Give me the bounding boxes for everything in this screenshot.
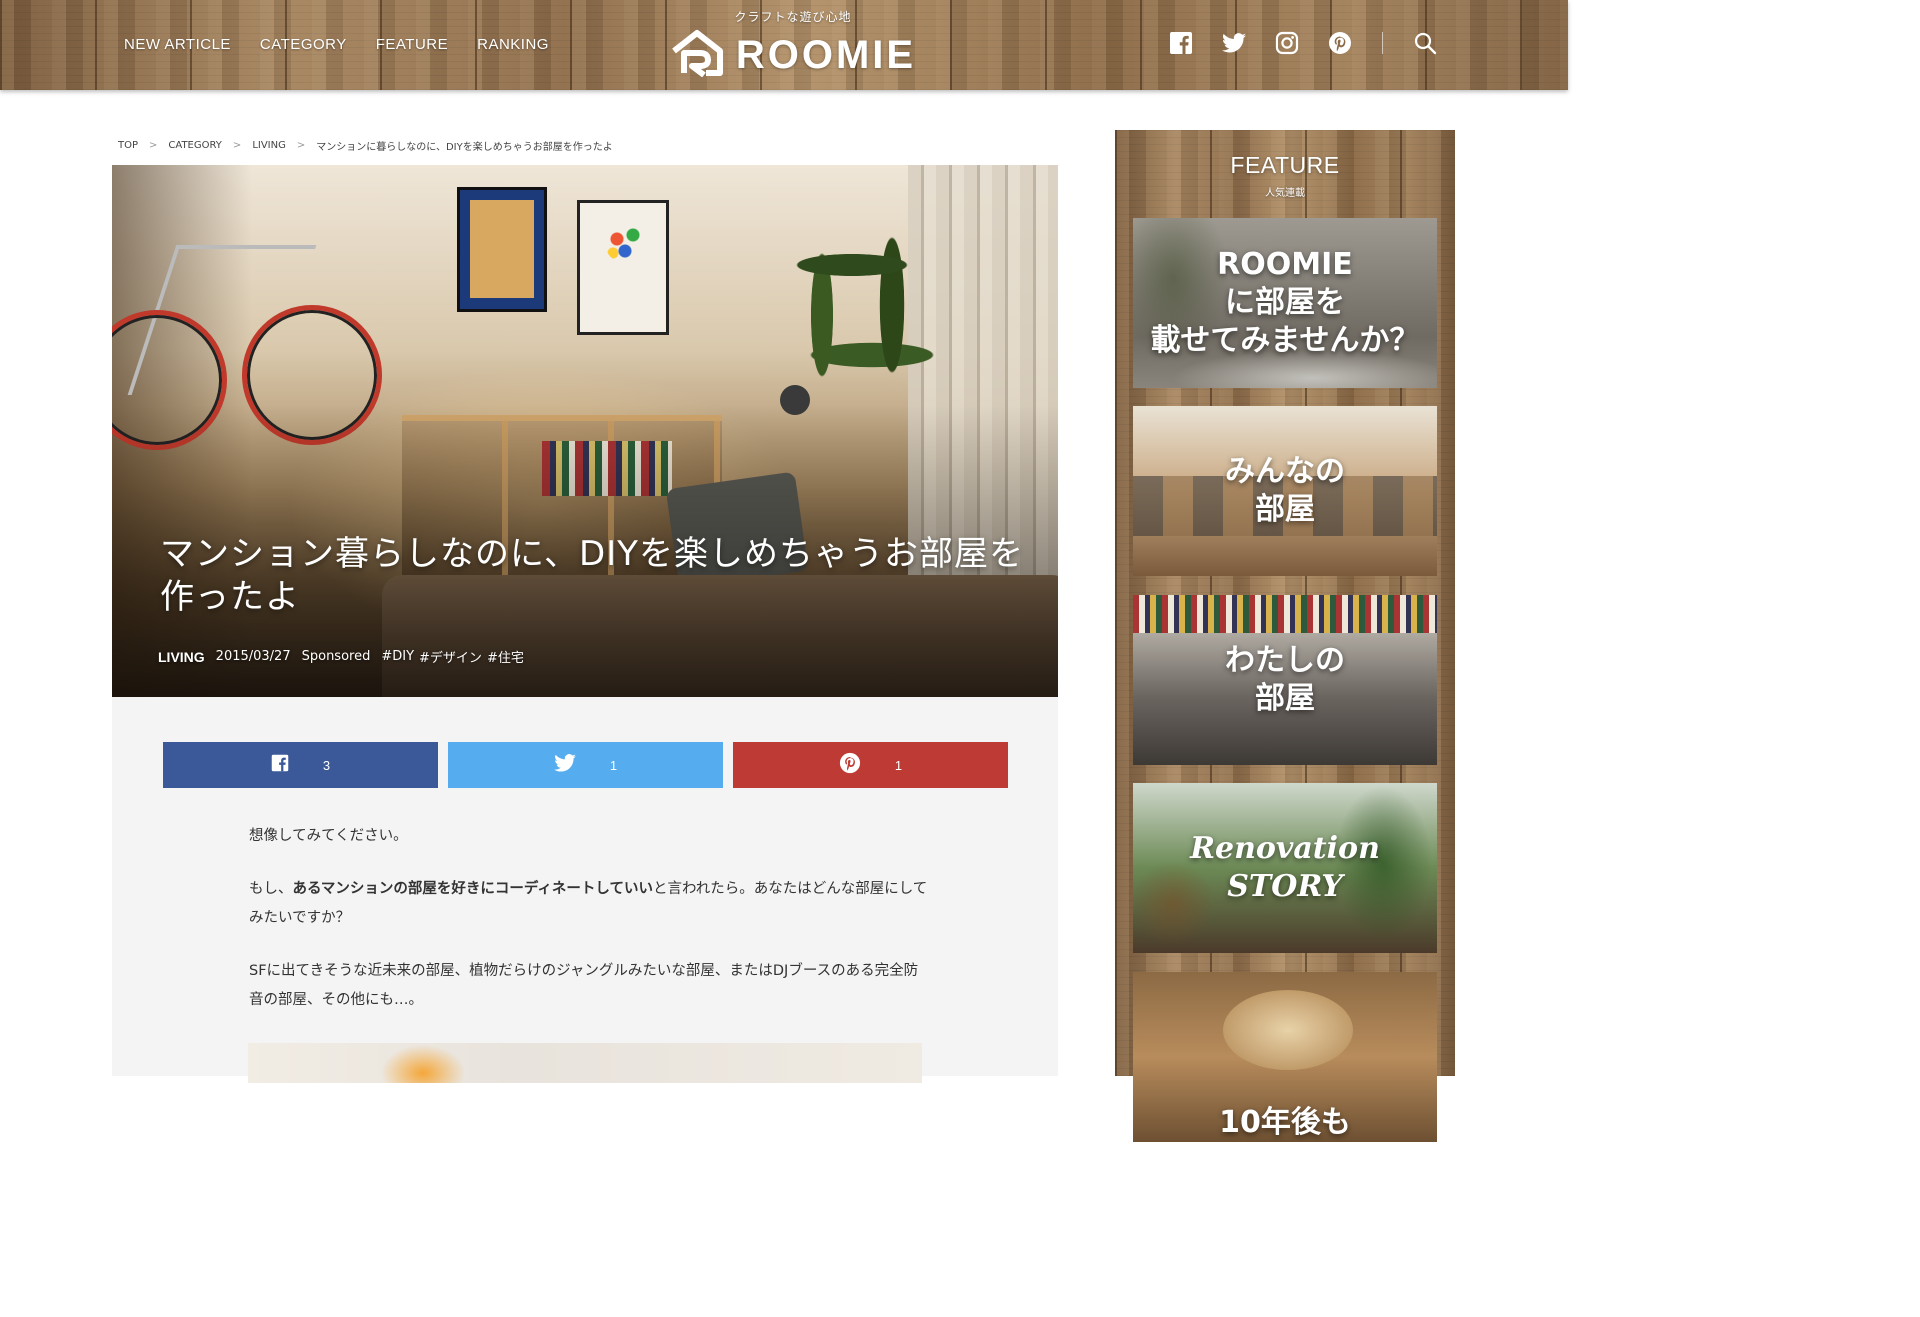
article-text: 想像してみてください。 もし、あるマンションの部屋を好きにコーディネートしていい… (249, 822, 929, 1039)
instagram-icon[interactable] (1274, 30, 1300, 56)
feature-card-watashi-no-heya[interactable]: わたしの 部屋 (1133, 595, 1437, 765)
sponsored-label: Sponsored (301, 649, 371, 664)
feature-card-label: みんなの 部屋 (1225, 454, 1345, 527)
pinterest-icon[interactable] (1327, 30, 1353, 56)
breadcrumb-top[interactable]: TOP (118, 140, 138, 151)
paragraph: もし、あるマンションの部屋を好きにコーディネートしていいと言われたら。あなたはど… (249, 881, 928, 926)
twitter-share-count: 1 (609, 757, 618, 773)
feature-card-roomie-submit[interactable]: ROOMIE に部屋を 載せてみませんか？ (1133, 218, 1437, 388)
breadcrumb-living[interactable]: LIVING (252, 140, 286, 151)
site-logo[interactable]: クラフトな遊び心地 ROOMIE (652, 8, 934, 81)
facebook-icon (271, 754, 289, 776)
facebook-share-count: 3 (322, 757, 331, 773)
breadcrumb-separator: > (149, 140, 158, 151)
sidebar-title: FEATURE (1230, 152, 1340, 178)
social-links (1168, 30, 1438, 56)
feature-card-renovation-story[interactable]: Renovation STORY (1133, 783, 1437, 953)
article-title: マンション暮らしなのに、DIYを楽しめちゃうお部屋を作ったよ (160, 534, 1024, 617)
breadcrumb-category[interactable]: CATEGORY (168, 140, 222, 151)
breadcrumb: TOP > CATEGORY > LIVING > マンションに暮らしなのに、D… (118, 138, 613, 153)
paragraph: 想像してみてください。 (249, 828, 408, 844)
logo-link[interactable]: ROOMIE (652, 29, 934, 81)
tag-diy[interactable]: #DIY (381, 649, 414, 664)
breadcrumb-current: マンションに暮らしなのに、DIYを楽しめちゃうお部屋を作ったよ (316, 142, 613, 153)
feature-card-label: ROOMIE に部屋を 載せてみませんか？ (1150, 247, 1420, 358)
pinterest-share-button[interactable]: 1 (733, 742, 1008, 788)
pinterest-icon (839, 752, 861, 778)
twitter-icon (554, 754, 576, 776)
facebook-icon[interactable] (1168, 30, 1194, 56)
site-header: NEW ARTICLE CATEGORY FEATURE RANKING クラフ… (0, 0, 1568, 90)
twitter-icon[interactable] (1221, 30, 1247, 56)
paragraph: SFに出てきそうな近未来の部屋、植物だらけのジャングルみたいな部屋、またはDJブ… (249, 963, 919, 1008)
feature-card-label: 10年後も (1219, 1105, 1351, 1140)
pinterest-share-count: 1 (894, 757, 903, 773)
article-date: 2015/03/27 (215, 649, 291, 664)
nav-ranking[interactable]: RANKING (477, 36, 549, 53)
share-buttons: 3 1 1 (163, 742, 1008, 788)
nav-new-article[interactable]: NEW ARTICLE (124, 36, 231, 53)
search-icon[interactable] (1412, 30, 1438, 56)
feature-card-minna-no-heya[interactable]: みんなの 部屋 (1133, 406, 1437, 576)
breadcrumb-separator: > (232, 140, 242, 151)
tag-housing[interactable]: #住宅 (487, 647, 524, 666)
article-meta: LIVING 2015/03/27 Sponsored #DIY #デザイン #… (158, 647, 524, 667)
logo-text: ROOMIE (735, 32, 917, 77)
sidebar-subtitle: 人気連載 (1265, 188, 1305, 199)
feature-card-10-years[interactable]: 10年後も (1133, 972, 1437, 1142)
article-category[interactable]: LIVING (158, 649, 205, 665)
main-nav: NEW ARTICLE CATEGORY FEATURE RANKING (124, 36, 549, 53)
house-logo-icon (670, 29, 724, 81)
tag-design[interactable]: #デザイン (419, 647, 482, 666)
nav-category[interactable]: CATEGORY (260, 36, 347, 53)
article-body: 3 1 1 想像してみてください。 もし、あるマンションの部屋を好きにコーディネ… (112, 697, 1058, 1083)
article-image (248, 1043, 922, 1083)
breadcrumb-separator: > (296, 140, 306, 151)
feature-sidebar: FEATURE 人気連載 ROOMIE に部屋を 載せてみませんか？ みんなの … (1115, 130, 1455, 1142)
feature-card-label: わたしの 部屋 (1225, 643, 1345, 716)
social-divider (1382, 32, 1383, 54)
twitter-share-button[interactable]: 1 (448, 742, 723, 788)
feature-card-label: Renovation STORY (1190, 831, 1380, 904)
nav-feature[interactable]: FEATURE (376, 36, 448, 53)
facebook-share-button[interactable]: 3 (163, 742, 438, 788)
logo-tagline: クラフトな遊び心地 (734, 10, 852, 24)
bold-phrase: あるマンションの部屋を好きにコーディネートしていい (292, 881, 653, 897)
hero-image: マンション暮らしなのに、DIYを楽しめちゃうお部屋を作ったよ LIVING 20… (112, 165, 1058, 697)
